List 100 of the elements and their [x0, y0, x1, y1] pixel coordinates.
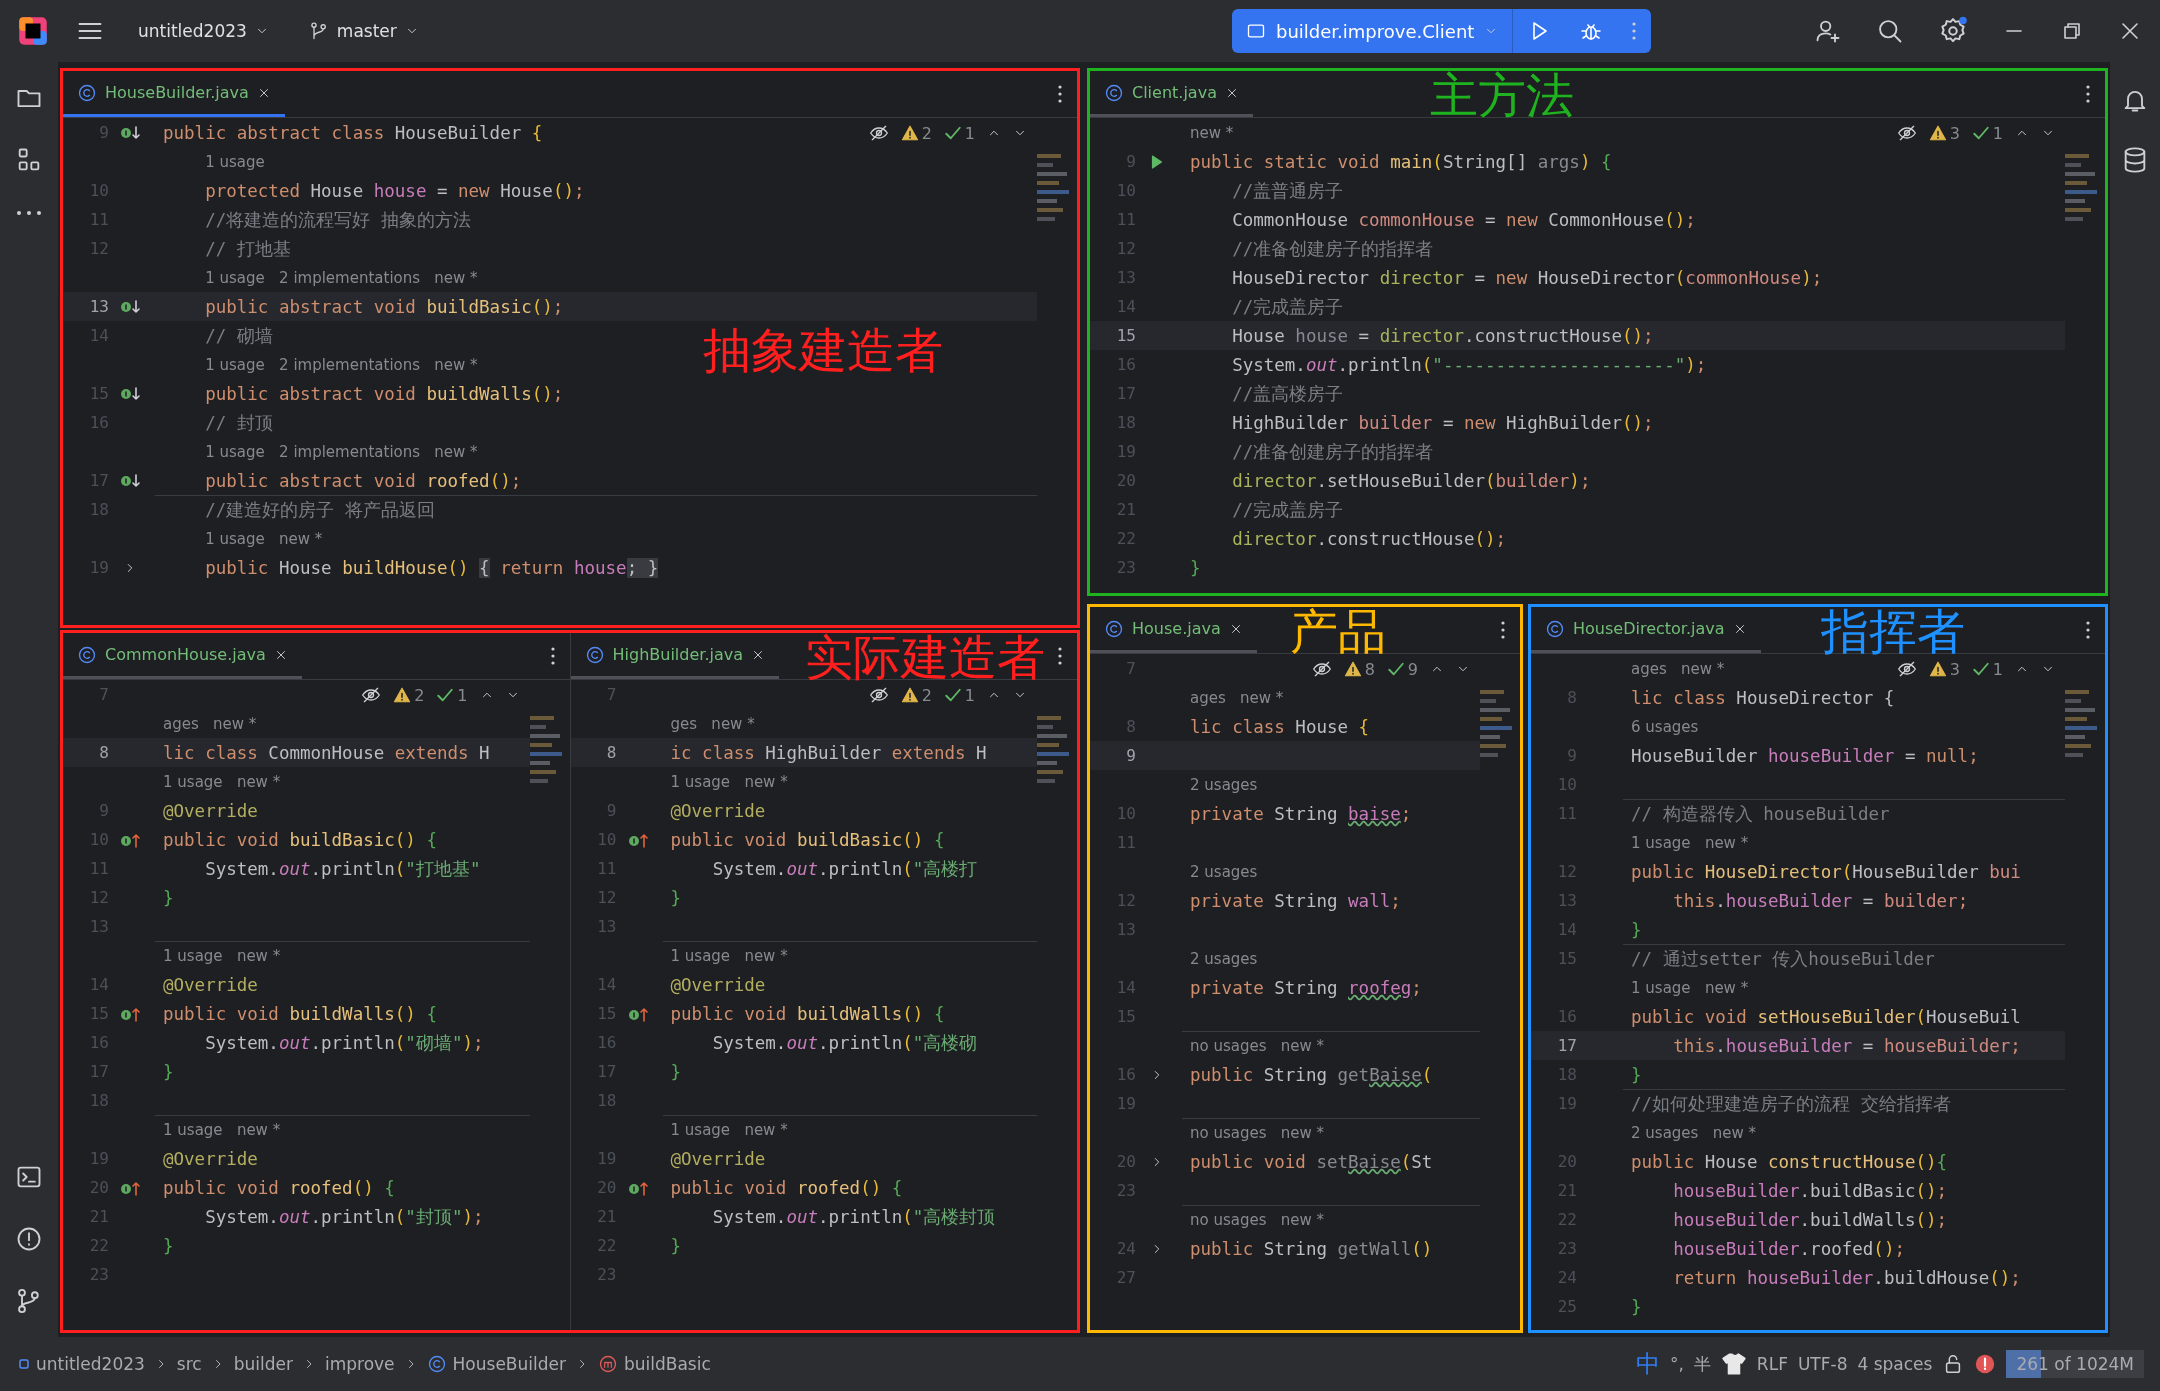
code-line: public void buildBasic() {	[163, 828, 437, 852]
check-icon	[436, 686, 455, 704]
code-line: }	[1631, 918, 1642, 942]
check-count[interactable]: 1	[943, 123, 975, 143]
code-vision-hint[interactable]: 1 usage new *	[670, 947, 788, 965]
code-vision-hint[interactable]: 1 usage 2 implementations new *	[205, 268, 478, 287]
line-separator[interactable]: RLF	[1756, 1354, 1788, 1374]
code-vision-hint[interactable]: 1 usage new *	[163, 947, 281, 965]
circle-down-arrow-icon[interactable]	[119, 384, 141, 403]
more-icon[interactable]	[1057, 646, 1063, 666]
input-method-indicator[interactable]: 半	[1693, 1352, 1711, 1376]
more-icon[interactable]	[1057, 84, 1063, 104]
code-vision-hint[interactable]: no usages new *	[1190, 1037, 1325, 1055]
breadcrumb-item[interactable]: improve	[324, 1354, 395, 1374]
breadcrumb-item[interactable]: HouseBuilder	[426, 1354, 566, 1374]
editor-tab[interactable]: HouseBuilder.java	[63, 71, 285, 117]
code-line: System.out.println("高楼砌	[711, 1031, 978, 1055]
code-line: System.out.println("----------------------");	[1231, 353, 1707, 377]
code-vision-hint[interactable]: 2 usages new *	[1631, 1123, 1756, 1142]
warning-count[interactable]: 8	[1343, 659, 1375, 679]
code-line: System.out.println("打地基"	[204, 857, 481, 881]
editor-tab[interactable]: CommonHouse.java	[63, 633, 302, 679]
more-icon[interactable]	[2085, 84, 2091, 104]
eye-slash-icon[interactable]	[1896, 123, 1917, 143]
search-icon[interactable]	[1876, 17, 1904, 45]
check-count[interactable]: 1	[943, 685, 975, 705]
editor-tab[interactable]: HighBuilder.java	[570, 633, 779, 679]
code-vision-hint[interactable]: 1 usage	[205, 152, 265, 171]
code-vision-hint[interactable]: 1 usage 2 implementations new *	[205, 355, 478, 374]
method-icon	[597, 1354, 618, 1374]
check-icon	[1971, 660, 1990, 678]
more-icon[interactable]	[1500, 620, 1506, 640]
breadcrumb-item[interactable]: untitled2023	[18, 1354, 145, 1374]
circle-down-arrow-icon[interactable]	[119, 123, 141, 142]
code-vision-hint[interactable]: new *	[1190, 123, 1234, 142]
code-vision-hint[interactable]: ages new *	[163, 714, 257, 733]
check-count[interactable]: 1	[1971, 659, 2003, 679]
breadcrumb-item[interactable]: src	[176, 1354, 202, 1374]
indent-setting[interactable]: 4 spaces	[1857, 1354, 1933, 1374]
check-icon	[1971, 124, 1990, 142]
code-vision-hint[interactable]: 2 usages	[1190, 862, 1258, 881]
code-vision-hint[interactable]: 1 usage new *	[670, 772, 788, 791]
eye-slash-icon[interactable]	[868, 685, 889, 705]
more-icon[interactable]	[2085, 620, 2091, 640]
project-selector[interactable]: untitled2023	[132, 15, 275, 47]
code-vision-hint[interactable]: 2 usages	[1190, 775, 1258, 794]
warning-count[interactable]: 3	[1928, 659, 1960, 679]
more-icon[interactable]	[549, 646, 556, 666]
code-line: this.houseBuilder = houseBuilder;	[1672, 1034, 2021, 1058]
eye-slash-icon[interactable]	[1896, 659, 1917, 679]
check-count[interactable]: 1	[436, 685, 468, 705]
warning-count[interactable]: 2	[393, 685, 425, 705]
file-encoding[interactable]: UTF-8	[1797, 1354, 1848, 1374]
branch-selector[interactable]: master	[302, 15, 425, 47]
code-vision-hint[interactable]: 1 usage 2 implementations new *	[205, 442, 478, 461]
code-vision-hint[interactable]: 6 usages	[1631, 717, 1699, 736]
code-vision-hint[interactable]: ges new *	[670, 714, 755, 733]
editor-tab[interactable]: House.java	[1090, 607, 1257, 653]
code-vision-hint[interactable]: 1 usage new *	[670, 1121, 788, 1139]
breadcrumb-item[interactable]: builder	[233, 1354, 293, 1374]
warning-count[interactable]: 3	[1928, 123, 1960, 143]
input-method-indicator[interactable]: °,	[1669, 1354, 1684, 1374]
app-logo-icon[interactable]	[18, 16, 48, 46]
code-line: }	[163, 1234, 174, 1258]
class-icon	[426, 1354, 447, 1374]
eye-slash-icon[interactable]	[1311, 659, 1332, 679]
code-vision-hint[interactable]: ages new *	[1190, 688, 1284, 707]
code-vision-hint[interactable]: 1 usage new *	[1631, 978, 1749, 997]
line-number: 9	[1125, 746, 1136, 765]
eye-slash-icon[interactable]	[868, 123, 889, 143]
code-line: //将建造的流程写好 抽象的方法	[204, 208, 471, 232]
code-vision-hint[interactable]: ages new *	[1631, 659, 1725, 678]
annotation-label: 指挥者	[1821, 607, 1965, 655]
warning-count[interactable]: 2	[900, 123, 932, 143]
more-horizontal-icon[interactable]	[15, 208, 43, 218]
check-count[interactable]: 9	[1386, 659, 1418, 679]
code-vision-hint[interactable]: 1 usage new *	[1631, 833, 1749, 852]
eye-slash-icon[interactable]	[361, 685, 382, 705]
shirt-icon[interactable]	[1720, 1351, 1747, 1377]
circle-down-arrow-icon[interactable]	[119, 471, 141, 490]
warning-count[interactable]: 2	[900, 685, 932, 705]
code-vision-hint[interactable]: 2 usages	[1190, 949, 1258, 968]
problems-icon[interactable]	[15, 1225, 43, 1253]
code-line: System.out.println("砌墙");	[204, 1031, 484, 1055]
code-line: System.out.println("封顶");	[204, 1205, 484, 1229]
code-vision-hint[interactable]: 1 usage new *	[163, 772, 281, 791]
code-vision-hint[interactable]: 1 usage new *	[163, 1121, 281, 1139]
editor-tab[interactable]: HouseDirector.java	[1531, 607, 1761, 653]
input-method-indicator[interactable]: 中	[1635, 1348, 1660, 1380]
code-vision-hint[interactable]: no usages new *	[1190, 1124, 1325, 1142]
check-count[interactable]: 1	[1971, 123, 2003, 143]
circle-down-arrow-icon[interactable]	[119, 297, 141, 316]
code-line: return houseBuilder.buildHouse();	[1672, 1266, 2021, 1290]
code-vision-hint[interactable]: no usages new *	[1190, 1211, 1325, 1229]
code-vision-hint[interactable]: 1 usage new *	[205, 529, 323, 548]
breadcrumb-item[interactable]: buildBasic	[597, 1354, 711, 1374]
error-icon[interactable]	[1974, 1353, 1997, 1375]
code-line: public void roofed() {	[670, 1176, 903, 1200]
editor-tab[interactable]: Client.java	[1090, 71, 1253, 117]
class-icon	[1104, 82, 1124, 103]
